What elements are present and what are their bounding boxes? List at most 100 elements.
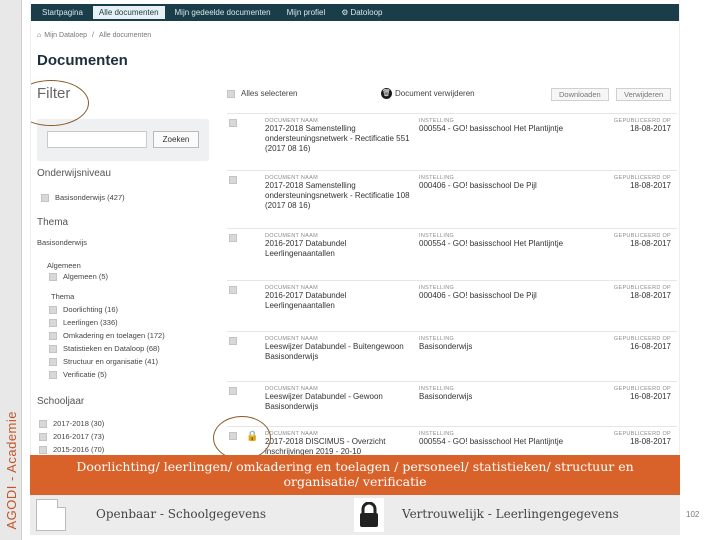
side-label: AGODI - Academie [3,411,19,530]
facet-option-label: Leerlingen (336) [63,318,118,327]
document-row[interactable]: DOCUMENT NAAM Leeswijzer Databundel - Bui… [227,331,677,379]
document-name[interactable]: Leeswijzer Databundel - Buitengewoon Bas… [265,342,413,362]
checkbox[interactable] [39,419,47,428]
facet-option[interactable]: Leerlingen (336) [49,318,118,327]
checkbox[interactable] [39,445,47,454]
facet-option[interactable]: Omkadering en toelagen (172) [49,331,165,340]
category-banner: Doorlichting/ leerlingen/ omkadering en … [30,455,680,495]
document-institution: 000406 - GO! basisschool De Pijl [419,181,537,190]
checkbox[interactable] [49,331,57,340]
app-screenshot: Startpagina Alle documenten Mijn gedeeld… [30,0,680,455]
facet-option-label: Doorlichting (16) [63,305,119,314]
filter-panel: Filter Zoeken Onderwijsniveau Basisonder… [37,85,209,455]
facet-schooljaar-title: Schooljaar [37,396,85,407]
nav-startpagina[interactable]: Startpagina [36,6,89,19]
document-institution: Basisonderwijs [419,392,473,401]
facet-option-label: 2016-2017 (73) [53,432,105,441]
document-name[interactable]: 2017-2018 Samenstelling ondersteuningsne… [265,124,413,154]
checkbox[interactable] [229,176,237,184]
delete-button[interactable]: Verwijderen [616,88,672,101]
facet-option-label: 2017-2018 (30) [53,419,105,428]
facet-option-label: Basisonderwijs (427) [55,193,125,202]
checkbox[interactable] [39,432,47,441]
download-button[interactable]: Downloaden [551,88,609,101]
nav-dataloep[interactable]: ⚙ Datoloop [335,6,388,19]
legend-confidential: Vertrouwelijk - Leerlingengegevens [402,507,619,521]
checkbox[interactable] [41,193,49,202]
checkbox[interactable] [49,318,57,327]
facet-option-label: Omkadering en toelagen (172) [63,331,165,340]
document-date: 16-08-2017 [630,392,671,401]
home-icon: ⌂ [37,32,42,39]
facet-thema-sub: Basisonderwijs [37,238,88,247]
checkbox[interactable] [49,344,57,353]
document-icon [36,499,66,531]
facet-group-algemeen: Algemeen [47,261,81,270]
facet-option[interactable]: Statistieken en Dataloop (68) [49,344,160,353]
document-name[interactable]: Leeswijzer Databundel - Gewoon Basisonde… [265,392,413,412]
checkbox[interactable] [49,370,57,379]
document-institution: 000554 - GO! basisschool Het Plantijntje [419,124,564,133]
document-row[interactable]: DOCUMENT NAAM 2016-2017 Databundel Leerli… [227,228,677,276]
breadcrumb: ⌂ Mijn Dataloep / Alle documenten [37,32,152,39]
facet-option[interactable]: 2016-2017 (73) [39,432,104,441]
facet-option[interactable]: Basisonderwijs (427) [41,193,125,202]
facet-option[interactable]: Structuur en organisatie (41) [49,357,158,366]
facet-thema-title: Thema [37,217,69,228]
facet-option-label: Structuur en organisatie (41) [63,357,159,366]
nav-mijn-profiel[interactable]: Mijn profiel [281,6,332,19]
search-button[interactable]: Zoeken [153,131,199,148]
document-row[interactable]: DOCUMENT NAAM 2016-2017 Databundel Leerli… [227,280,677,328]
checkbox[interactable] [229,286,237,294]
document-institution: 000406 - GO! basisschool De Pijl [419,291,537,300]
padlock-icon [354,498,384,532]
checkbox[interactable] [229,337,237,345]
facet-option-label: Algemeen (5) [63,272,109,281]
document-institution: Basisonderwijs [419,342,473,351]
delete-selection[interactable]: 🗑 Document verwijderen [381,88,475,99]
facet-option[interactable]: 2017-2018 (30) [39,419,104,428]
checkbox[interactable] [227,89,235,98]
breadcrumb-home[interactable]: Mijn Dataloep [44,32,87,39]
side-band: AGODI - Academie [0,0,22,540]
trash-icon: 🗑 [381,88,392,99]
document-name[interactable]: 2017-2018 Samenstelling ondersteuningsne… [265,181,413,211]
document-row[interactable]: DOCUMENT NAAM Leeswijzer Databundel - Gew… [227,381,677,427]
facet-onderwijsniveau-title: Onderwijsniveau [37,168,111,179]
document-row[interactable]: DOCUMENT NAAM 2017-2018 Samenstelling ond… [227,113,677,167]
search-box: Zoeken [37,119,209,161]
document-date: 18-08-2017 [630,181,671,190]
checkbox[interactable] [49,305,57,314]
facet-option[interactable]: Algemeen (5) [49,272,108,281]
document-name[interactable]: 2016-2017 Databundel Leerlingenaantallen [265,291,413,311]
legend-public: Openbaar - Schoolgegevens [96,507,267,521]
document-institution: 000554 - GO! basisschool Het Plantijntje [419,239,564,248]
document-name[interactable]: 2017-2018 DISCIMUS - Overzicht inschrijv… [265,437,413,455]
annotation-circle-lock [213,416,271,455]
nav-alle-documenten[interactable]: Alle documenten [92,6,165,19]
checkbox[interactable] [229,119,237,127]
checkbox[interactable] [229,234,237,242]
document-row-locked[interactable]: 🔒 DOCUMENT NAAM 2017-2018 DISCIMUS - Over… [227,426,677,455]
facet-option[interactable]: 2015-2016 (70) [39,445,104,454]
list-toolbar: Alles selecteren 🗑 Document verwijderen D… [227,85,677,105]
checkbox[interactable] [49,272,57,281]
document-name[interactable]: 2016-2017 Databundel Leerlingenaantallen [265,239,413,259]
facet-option-label: Verificatie (5) [63,370,107,379]
checkbox[interactable] [49,357,57,366]
document-row[interactable]: DOCUMENT NAAM 2017-2018 Samenstelling ond… [227,170,677,224]
facet-option[interactable]: Verificatie (5) [49,370,107,379]
search-input[interactable] [47,131,147,148]
checkbox[interactable] [229,387,237,395]
banner-line-2: organisatie/ verificatie [283,474,427,489]
document-date: 18-08-2017 [630,291,671,300]
document-date: 18-08-2017 [630,239,671,248]
select-all[interactable]: Alles selecteren [227,89,297,98]
nav-gedeelde-documenten[interactable]: Mijn gedeelde documenten [169,6,277,19]
document-date: 18-08-2017 [630,124,671,133]
facet-option[interactable]: Doorlichting (16) [49,305,118,314]
page-number: 102 [686,510,700,519]
document-list: Alles selecteren 🗑 Document verwijderen D… [227,85,677,455]
select-all-label: Alles selecteren [241,89,298,98]
document-date: 18-08-2017 [630,437,671,446]
